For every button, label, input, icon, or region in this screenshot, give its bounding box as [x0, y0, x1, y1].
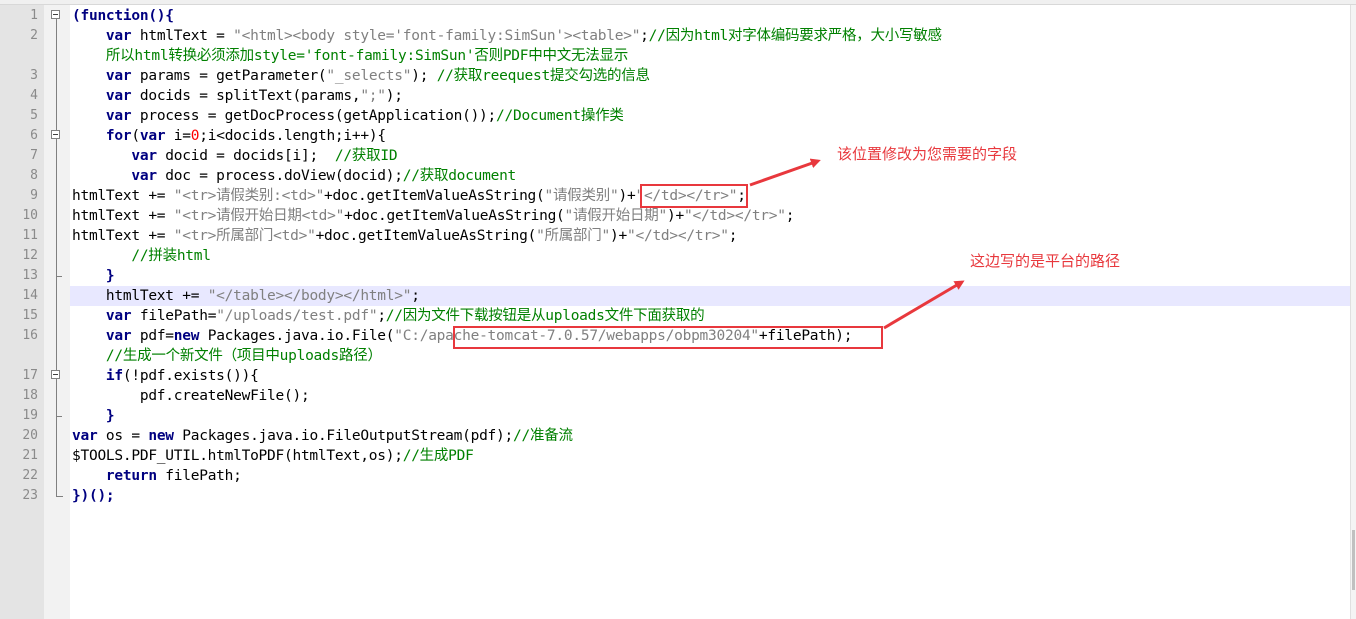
field-note-label: 该位置修改为您需要的字段: [837, 145, 1018, 163]
path-note-label: 这边写的是平台的路径: [970, 252, 1121, 270]
code-editor[interactable]: 1 (function(){2 var htmlText = "<html><bo…: [0, 0, 1356, 619]
annotation-arrows: [749, 158, 965, 330]
path-note-arrow: [883, 280, 965, 330]
field-note-arrow: [749, 158, 821, 187]
